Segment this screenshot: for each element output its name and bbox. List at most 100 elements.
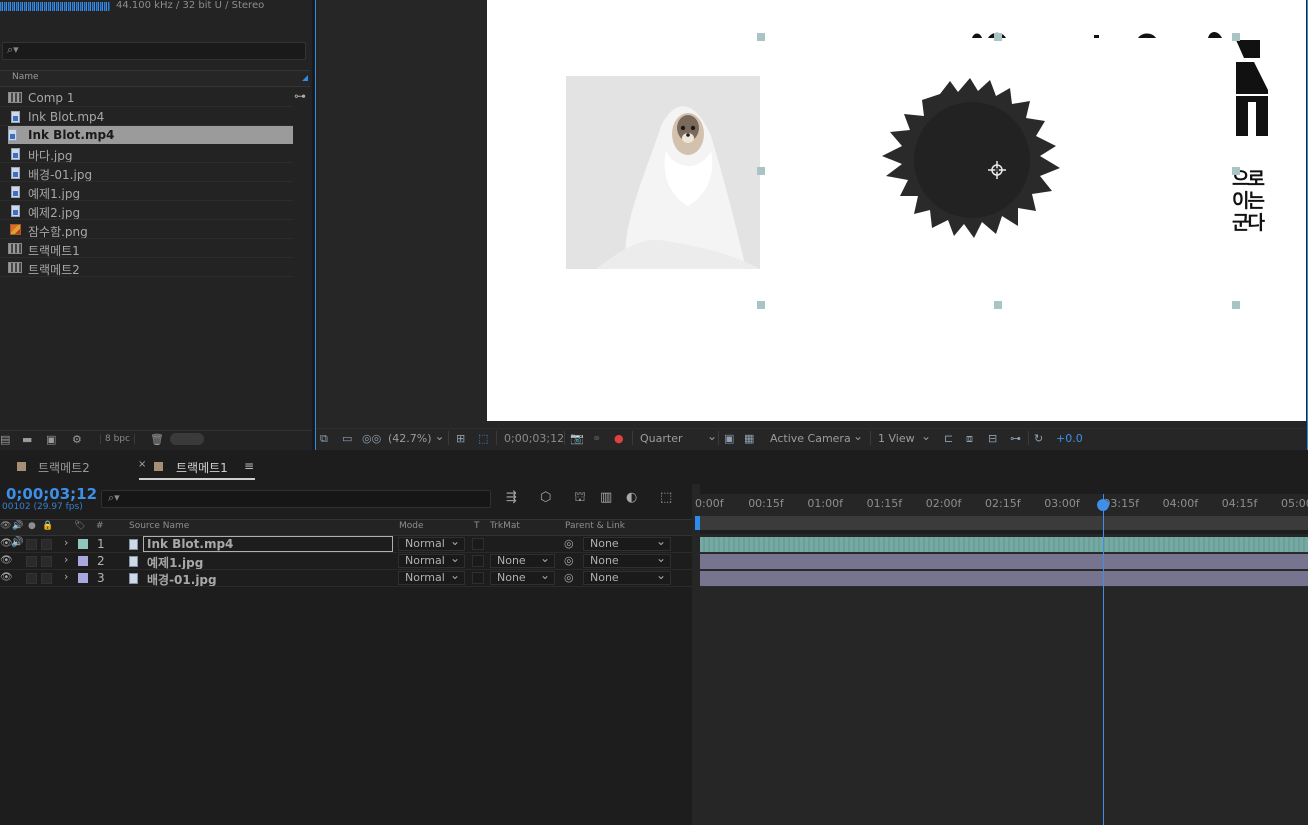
panel-menu-icon[interactable]: ≡	[244, 459, 254, 473]
solo-toggle[interactable]	[26, 573, 37, 584]
lock-toggle[interactable]	[41, 539, 52, 550]
solo-toggle[interactable]	[26, 539, 37, 550]
toggle-mask-icon[interactable]: ⬚	[478, 432, 488, 445]
eye-icon[interactable]: 👁	[0, 572, 13, 583]
zoom-dropdown[interactable]: (42.7%)	[388, 429, 444, 445]
trash-icon[interactable]: 🗑	[150, 433, 164, 446]
region-of-interest-icon[interactable]: ▣	[724, 432, 734, 445]
interpret-footage-icon[interactable]: ▤	[0, 433, 10, 446]
project-item[interactable]: 트랙메트1	[0, 240, 293, 258]
frame-blending-icon[interactable]: ▥	[600, 490, 612, 505]
thumbnail-toggle[interactable]	[170, 433, 204, 445]
new-folder-icon[interactable]: ▬	[22, 433, 32, 446]
ink-blot-layer[interactable]	[880, 76, 1062, 240]
parent-dropdown[interactable]: None	[583, 569, 671, 585]
track-matte-dropdown[interactable]: None	[490, 552, 555, 568]
parent-dropdown[interactable]: None	[583, 535, 671, 551]
show-snapshot-icon[interactable]: ⚭	[592, 432, 601, 445]
project-item[interactable]: 잠수함.png	[0, 221, 293, 239]
timeline-current-time[interactable]: 0;00;03;12	[6, 485, 97, 503]
transparency-grid-icon[interactable]: ▦	[744, 432, 754, 445]
reset-exposure-icon[interactable]: ↻	[1034, 432, 1043, 445]
transform-handle[interactable]	[1232, 33, 1240, 41]
project-item[interactable]: Ink Blot.mp4	[8, 126, 293, 144]
parent-dropdown[interactable]: None	[583, 552, 671, 568]
transform-handle[interactable]	[757, 167, 765, 175]
flowchart-icon[interactable]: ⊶	[294, 89, 306, 103]
close-tab-icon[interactable]: ×	[138, 459, 146, 470]
project-settings-icon[interactable]: ⚙	[72, 433, 82, 446]
transform-handle[interactable]	[994, 33, 1002, 41]
camera-dropdown[interactable]: Active Camera	[770, 429, 863, 445]
project-item[interactable]: 트랙메트2	[0, 259, 293, 277]
hide-shy-layers-icon[interactable]: ⛫	[574, 490, 586, 507]
blend-mode-dropdown[interactable]: Normal	[398, 535, 465, 551]
transform-handle[interactable]	[1232, 301, 1240, 309]
timeline-search-input[interactable]: ⌕▾	[101, 490, 491, 508]
tab-trackmatte2[interactable]: 트랙메트2	[38, 459, 90, 476]
fast-previews-icon[interactable]: ⧈	[966, 432, 973, 446]
dog-photo-layer[interactable]	[566, 76, 760, 269]
current-time-field[interactable]: 0;00;03;12	[504, 432, 564, 445]
twirl-chevron-icon[interactable]: ›	[64, 570, 68, 583]
work-area-bar[interactable]	[700, 516, 1308, 530]
transform-handle[interactable]	[1232, 167, 1240, 175]
layer-row[interactable]: 👁›3배경-01.jpgNormalNone◎None	[0, 569, 692, 587]
draft-3d-icon[interactable]: ⬡	[540, 490, 551, 505]
title-action-safe-icon[interactable]: ⊞	[456, 432, 465, 445]
flowchart-view-icon[interactable]: ⊶	[1010, 432, 1021, 445]
graph-editor-icon[interactable]: ⬚	[660, 490, 672, 505]
tab-trackmatte1[interactable]: 트랙메트1	[176, 459, 228, 476]
comp-mini-flowchart-icon[interactable]: ⇶	[506, 490, 517, 505]
lock-toggle[interactable]	[41, 573, 52, 584]
label-color-swatch[interactable]	[78, 556, 88, 566]
mask-visibility-icon[interactable]: ◎◎	[362, 432, 381, 445]
layer-row[interactable]: 👁🔊›1Ink Blot.mp4Normal◎None	[0, 535, 692, 553]
layer-duration-bar[interactable]	[700, 537, 1308, 553]
speaker-icon[interactable]: 🔊	[11, 537, 23, 548]
current-time-indicator-head[interactable]	[1097, 499, 1109, 511]
monitor-icon[interactable]: ▭	[342, 432, 352, 445]
project-item[interactable]: Comp 1	[0, 89, 293, 107]
preserve-transparency-toggle[interactable]	[472, 538, 484, 550]
track-matte-dropdown[interactable]: None	[490, 569, 555, 585]
pick-whip-icon[interactable]: ◎	[564, 554, 574, 567]
transform-handle[interactable]	[757, 301, 765, 309]
layer-duration-bar[interactable]	[700, 554, 1308, 570]
anchor-point-icon[interactable]	[988, 161, 1006, 179]
view-layout-dropdown[interactable]: 1 View	[878, 429, 931, 445]
source-name-column-header[interactable]: Source Name	[129, 521, 189, 531]
twirl-chevron-icon[interactable]: ›	[64, 536, 68, 549]
timeline-divider[interactable]	[692, 484, 700, 825]
project-item[interactable]: Ink Blot.mp4	[0, 108, 293, 126]
blend-mode-dropdown[interactable]: Normal	[398, 569, 465, 585]
project-item[interactable]: 예제1.jpg	[0, 183, 293, 201]
pick-whip-icon[interactable]: ◎	[564, 571, 574, 584]
new-composition-icon[interactable]: ▣	[46, 433, 56, 446]
preserve-transparency-toggle[interactable]	[472, 572, 484, 584]
motion-blur-icon[interactable]: ◐	[626, 490, 637, 505]
toggle-pixel-aspect-icon[interactable]: ⊏	[944, 432, 953, 445]
snapshot-icon[interactable]: 📷	[570, 432, 584, 445]
resolution-dropdown[interactable]: Quarter	[640, 429, 717, 445]
current-time-indicator[interactable]	[1103, 494, 1104, 825]
project-column-header[interactable]: Name	[0, 70, 310, 87]
project-item[interactable]: 예제2.jpg	[0, 202, 293, 220]
layer-row[interactable]: 👁›2예제1.jpgNormalNone◎None	[0, 552, 692, 570]
always-preview-icon[interactable]: ⧉	[320, 432, 328, 446]
project-item[interactable]: 배경-01.jpg	[0, 164, 293, 182]
solo-toggle[interactable]	[26, 556, 37, 567]
exposure-value[interactable]: +0.0	[1056, 432, 1083, 445]
bit-depth-button[interactable]: 8 bpc	[100, 434, 135, 444]
project-search-input[interactable]: ⌕▾	[2, 42, 306, 60]
preserve-transparency-toggle[interactable]	[472, 555, 484, 567]
blend-mode-dropdown[interactable]: Normal	[398, 552, 465, 568]
transform-handle[interactable]	[994, 301, 1002, 309]
layer-source-name[interactable]: Ink Blot.mp4	[147, 537, 233, 551]
lock-toggle[interactable]	[41, 556, 52, 567]
name-column-header[interactable]: Name	[12, 72, 39, 82]
pick-whip-icon[interactable]: ◎	[564, 537, 574, 550]
layer-duration-bar[interactable]	[700, 571, 1308, 587]
transform-handle[interactable]	[757, 33, 765, 41]
time-ruler[interactable]: 0:00f 00:15f 01:00f 01:15f 02:00f 02:15f 03:00…	[695, 494, 1308, 516]
